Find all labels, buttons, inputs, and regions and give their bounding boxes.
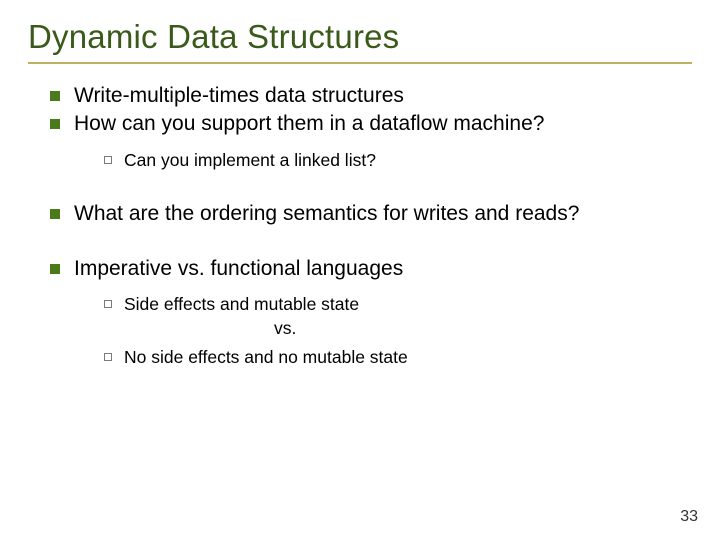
square-bullet-icon <box>50 264 60 274</box>
sub-bullet-group: Can you implement a linked list? <box>50 149 692 173</box>
sub-bullet-multiline: Side effects and mutable state vs. <box>124 293 359 340</box>
slide-title: Dynamic Data Structures <box>28 18 692 56</box>
sub-bullet-item: No side effects and no mutable state <box>104 346 692 370</box>
hollow-square-bullet-icon <box>104 300 112 308</box>
square-bullet-icon <box>50 119 60 129</box>
bullet-item: Imperative vs. functional languages <box>50 255 692 283</box>
bullet-item: What are the ordering semantics for writ… <box>50 200 692 228</box>
sub-bullet-text: Side effects and mutable state <box>124 293 359 317</box>
sub-bullet-vs: vs. <box>124 317 359 341</box>
sub-bullet-item: Can you implement a linked list? <box>104 149 692 173</box>
spacer <box>50 229 692 255</box>
square-bullet-icon <box>50 209 60 219</box>
page-number: 33 <box>680 508 698 526</box>
spacer <box>50 172 692 200</box>
sub-bullet-text: Can you implement a linked list? <box>124 149 376 173</box>
hollow-square-bullet-icon <box>104 353 112 361</box>
sub-bullet-item: Side effects and mutable state vs. <box>104 293 692 340</box>
sub-bullet-group: Side effects and mutable state vs. No si… <box>50 293 692 370</box>
sub-bullet-text: No side effects and no mutable state <box>124 346 408 370</box>
bullet-text: Write-multiple-times data structures <box>74 82 404 110</box>
bullet-text: How can you support them in a dataflow m… <box>74 110 544 138</box>
bullet-text: What are the ordering semantics for writ… <box>74 200 579 228</box>
bullet-item: Write-multiple-times data structures <box>50 82 692 110</box>
bullet-item: How can you support them in a dataflow m… <box>50 110 692 138</box>
bullet-text: Imperative vs. functional languages <box>74 255 403 283</box>
square-bullet-icon <box>50 91 60 101</box>
title-underline <box>28 62 692 64</box>
hollow-square-bullet-icon <box>104 156 112 164</box>
content-area: Write-multiple-times data structures How… <box>28 82 692 370</box>
slide: Dynamic Data Structures Write-multiple-t… <box>0 0 720 540</box>
